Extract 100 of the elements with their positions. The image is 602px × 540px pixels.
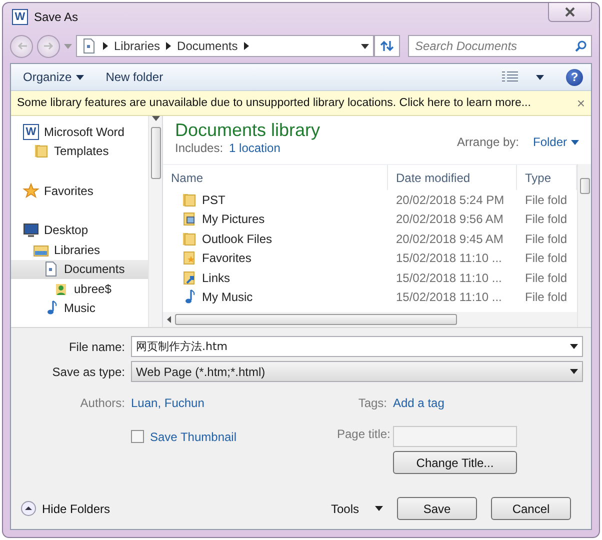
info-bar[interactable]: Some library features are unavailable due to unsupported library locations. Click here to learn more... × bbox=[11, 91, 591, 116]
includes-label: Includes: bbox=[175, 141, 224, 155]
scroll-thumb[interactable] bbox=[580, 178, 590, 194]
new-folder-button[interactable]: New folder bbox=[106, 70, 164, 84]
tools-menu[interactable]: Tools bbox=[330, 502, 383, 516]
file-row[interactable]: My Music 15/02/2018 11:10 ... File fold bbox=[163, 288, 577, 307]
scroll-thumb[interactable] bbox=[150, 127, 160, 179]
caret-icon bbox=[361, 44, 369, 48]
word-logo-icon: W bbox=[12, 9, 28, 25]
file-row[interactable]: Outlook Files 20/02/2018 9:45 AM File fold bbox=[163, 229, 577, 248]
picture-folder-icon bbox=[181, 211, 197, 228]
tags-label: Tags: bbox=[358, 396, 387, 410]
file-name: PST bbox=[202, 192, 226, 207]
type-cell-text: File fold bbox=[524, 232, 568, 246]
breadcrumb-item[interactable]: Libraries bbox=[114, 39, 160, 53]
help-button[interactable]: ? bbox=[566, 68, 583, 86]
info-message: Some library features are unavailable due to unsupported library locations. Click here to learn more... bbox=[17, 97, 531, 109]
info-close-button[interactable]: × bbox=[576, 95, 585, 111]
change-title-button[interactable]: Change Title... bbox=[393, 451, 517, 474]
caret-icon bbox=[375, 506, 383, 511]
search-icon bbox=[575, 40, 587, 52]
authors-label: Authors: bbox=[80, 396, 125, 410]
sidebar-item[interactable]: ubree$ bbox=[11, 279, 148, 298]
sidebar-item[interactable]: Documents bbox=[11, 260, 148, 279]
type-cell-text: File fold bbox=[524, 212, 568, 226]
link-folder-icon bbox=[181, 270, 197, 286]
date-cell-text: 15/02/2018 11:10 ... bbox=[395, 290, 503, 304]
file-name-label: File name: bbox=[68, 340, 125, 354]
hide-folders-button[interactable]: Hide Folders bbox=[21, 501, 110, 516]
save-button[interactable]: Save bbox=[397, 497, 477, 520]
folder-icon bbox=[33, 143, 49, 160]
column-header[interactable]: Name bbox=[163, 165, 388, 190]
file-name: My Pictures bbox=[202, 212, 265, 226]
caret-icon bbox=[571, 140, 579, 144]
horizontal-scrollbar[interactable] bbox=[163, 312, 577, 327]
window-title: Save As bbox=[34, 10, 80, 24]
back-arrow-icon bbox=[16, 42, 26, 50]
address-bar[interactable]: Libraries Documents bbox=[76, 35, 374, 57]
file-row[interactable]: PST 20/02/2018 5:24 PM File fold bbox=[163, 190, 577, 210]
refresh-button[interactable] bbox=[374, 35, 400, 57]
page-title-field[interactable] bbox=[393, 426, 517, 447]
organize-menu[interactable]: Organize bbox=[23, 70, 84, 84]
file-row[interactable]: Favorites 15/02/2018 11:10 ... File fold bbox=[163, 248, 577, 268]
type-cell-text: File fold bbox=[524, 290, 568, 304]
search-field[interactable]: Search Documents bbox=[408, 35, 592, 57]
date-cell-text: 15/02/2018 11:10 ... bbox=[395, 270, 503, 285]
save-type-dropdown[interactable]: Web Page (*.htm;*.html) bbox=[131, 361, 583, 382]
star-icon bbox=[23, 182, 39, 199]
scroll-left-icon bbox=[167, 316, 171, 323]
location-link[interactable]: 1 location bbox=[229, 141, 280, 155]
folder-icon bbox=[181, 192, 197, 208]
type-cell-text: File fold bbox=[524, 251, 568, 266]
add-tag-link[interactable]: Add a tag bbox=[393, 396, 583, 410]
sidebar-item[interactable]: Templates bbox=[11, 142, 148, 161]
page-title-label: Page title: bbox=[337, 426, 390, 440]
author-link[interactable]: Luan, Fuchun bbox=[131, 396, 331, 410]
sidebar-item[interactable]: Desktop bbox=[11, 220, 148, 240]
cancel-button[interactable]: Cancel bbox=[491, 497, 571, 520]
chevron-icon bbox=[103, 42, 108, 50]
column-header[interactable]: Date modified bbox=[388, 165, 517, 190]
list-view-icon bbox=[502, 71, 518, 83]
caret-icon bbox=[536, 74, 544, 80]
word-logo-icon: W bbox=[23, 124, 39, 140]
file-name-field[interactable]: 网页制作方法.htm bbox=[131, 336, 583, 357]
file-row[interactable]: My Pictures 20/02/2018 9:56 AM File fold bbox=[163, 210, 577, 229]
refresh-icon bbox=[380, 40, 394, 52]
arrange-dropdown[interactable]: Folder bbox=[532, 135, 579, 149]
arrange-label: Arrange by: bbox=[456, 135, 519, 149]
caret-icon bbox=[76, 74, 84, 80]
folder-icon bbox=[181, 230, 197, 247]
thumbnail-checkbox[interactable] bbox=[131, 430, 144, 443]
monitor-icon bbox=[23, 222, 39, 238]
caret-icon bbox=[570, 344, 578, 349]
scrollbar[interactable] bbox=[148, 116, 162, 327]
file-name: My Music bbox=[202, 290, 253, 304]
sidebar-item[interactable]: Libraries bbox=[11, 240, 148, 260]
forward-arrow-icon bbox=[44, 42, 54, 50]
sidebar-item[interactable]: Favorites bbox=[11, 181, 148, 200]
forward-button[interactable] bbox=[37, 34, 60, 58]
date-cell-text: 20/02/2018 9:45 AM bbox=[395, 232, 504, 246]
scroll-thumb[interactable] bbox=[175, 314, 457, 325]
file-name: Outlook Files bbox=[202, 232, 272, 246]
sidebar-item[interactable]: Music bbox=[11, 298, 148, 318]
scrollbar[interactable] bbox=[577, 164, 591, 327]
file-name: Links bbox=[202, 270, 230, 285]
date-cell-text: 15/02/2018 11:10 ... bbox=[395, 251, 503, 266]
library-title: Documents library bbox=[175, 120, 320, 141]
sidebar-item[interactable]: W Microsoft Word bbox=[11, 122, 148, 142]
breadcrumb-item[interactable]: Documents bbox=[177, 39, 238, 53]
view-menu[interactable] bbox=[502, 71, 544, 83]
chevron-icon bbox=[244, 42, 249, 50]
close-button[interactable] bbox=[548, 3, 592, 22]
file-row[interactable]: Links 15/02/2018 11:10 ... File fold bbox=[163, 268, 577, 288]
history-caret-icon bbox=[64, 44, 72, 48]
collapse-icon bbox=[21, 501, 36, 516]
back-button[interactable] bbox=[10, 34, 33, 58]
document-icon bbox=[81, 38, 97, 54]
chevron-icon bbox=[166, 42, 172, 50]
save-type-label: Save as type: bbox=[52, 364, 125, 378]
save-thumbnail-link[interactable]: Save Thumbnail bbox=[150, 430, 236, 444]
